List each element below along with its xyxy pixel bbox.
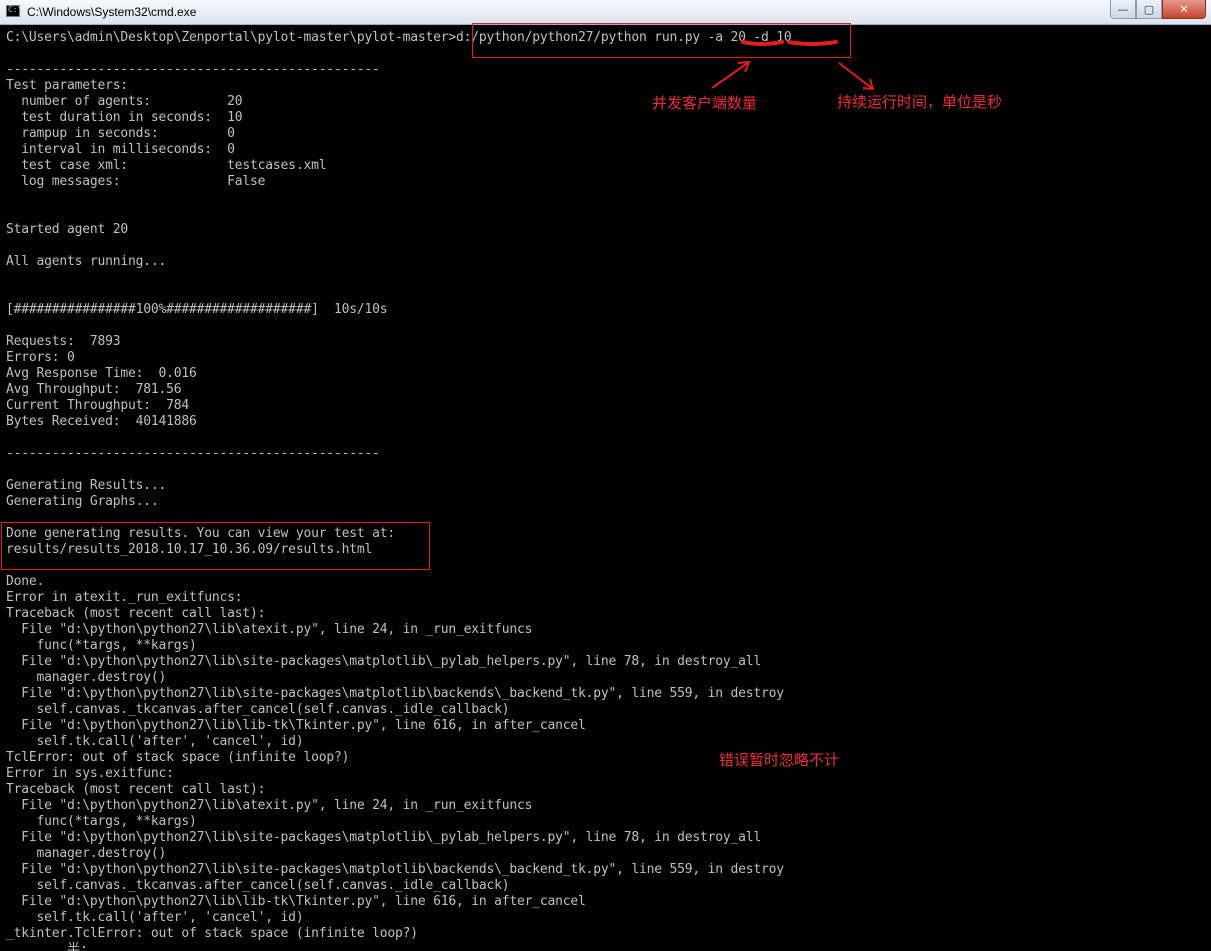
agents-annotation: 并发客户端数量: [652, 94, 758, 112]
error-annotation: 错误暂时忽略不计: [719, 751, 840, 769]
duration-arrow: [838, 62, 875, 91]
duration-annotation: 持续运行时间，单位是秒: [837, 93, 1003, 111]
agents-arrow: [711, 60, 751, 89]
duration-underline: [787, 40, 838, 46]
agents-underline: [741, 40, 784, 46]
annotation-marks: [711, 40, 875, 91]
